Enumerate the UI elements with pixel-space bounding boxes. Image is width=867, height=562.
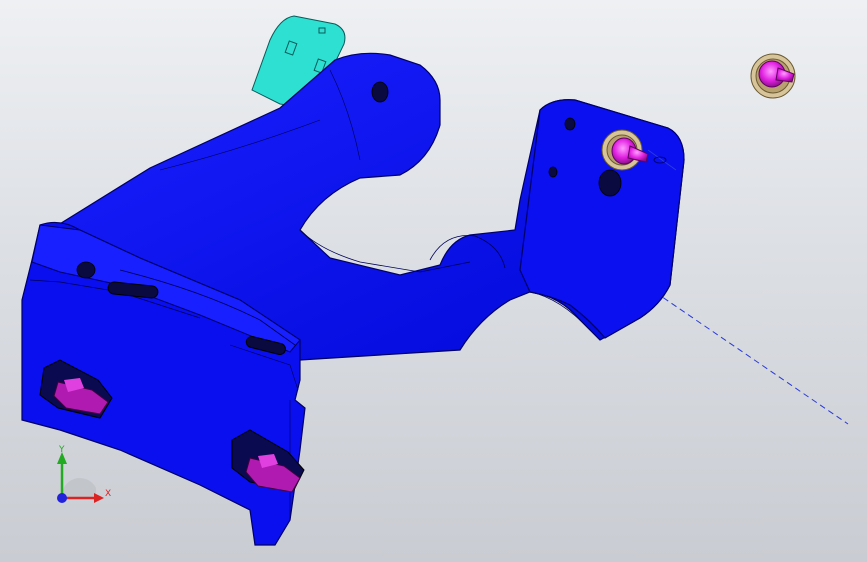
center-line	[654, 291, 849, 425]
z-axis-dot	[57, 493, 67, 503]
3d-viewport[interactable]: Y X	[0, 0, 867, 562]
coordinate-triad: Y X	[57, 445, 111, 503]
fastener-free[interactable]	[750, 53, 796, 99]
y-axis-label: Y	[58, 445, 65, 455]
model-scene[interactable]	[0, 0, 867, 562]
bracket-body[interactable]	[21, 52, 685, 546]
x-axis-label: X	[105, 489, 111, 499]
